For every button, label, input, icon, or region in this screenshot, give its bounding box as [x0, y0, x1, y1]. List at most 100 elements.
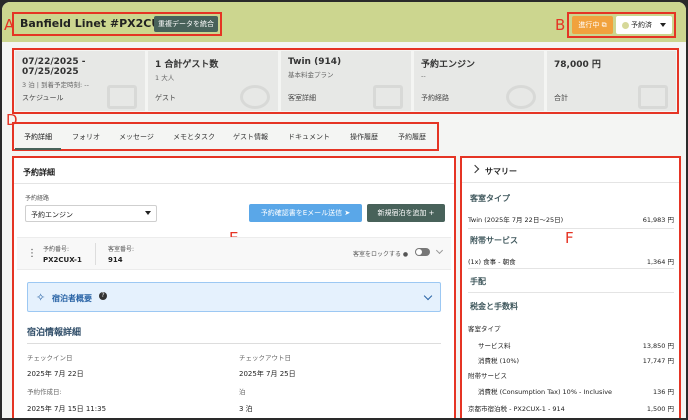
chevron-down-icon: [423, 291, 433, 301]
card-label: 合計: [554, 94, 568, 102]
consumption-tax-amount: 17,747 円: [642, 357, 674, 365]
booking-number: PX2CUX-1: [43, 256, 82, 264]
booking-route-value: 予約エンジン: [31, 211, 73, 219]
summary-divider: [468, 228, 674, 229]
city-tax-amount: 1,500 円: [646, 405, 674, 413]
status-dot-icon: [622, 21, 629, 29]
room-number: 914: [108, 256, 123, 264]
card-label: 客室詳細: [288, 94, 316, 102]
tax-room-type: 客室タイプ: [468, 325, 501, 333]
addon-heading: 附帯サービス: [470, 236, 518, 245]
stay-details-divider: [27, 343, 441, 344]
room-type-line: Twin (2025年 7月 22日〜25日) 61,983 円: [468, 214, 674, 224]
addon-line: (1x) 食事 - 朝食 1,364 円: [468, 256, 674, 266]
merge-duplicates-button[interactable]: 重複データを統合: [154, 16, 218, 32]
tab-folio[interactable]: フォリオ: [72, 132, 100, 142]
chevron-down-icon: [660, 23, 666, 27]
service-fee-label: サービス料: [478, 342, 511, 350]
summary-divider: [468, 292, 674, 293]
room-type-label: Twin (2025年 7月 22日〜25日): [468, 216, 564, 224]
card-sub: 基本料金プラン: [288, 71, 334, 79]
annotation-label-a: A: [4, 16, 15, 34]
reservation-window: A Banfield Linet #PX2CUX-1 重複データを統合 B 進行…: [2, 2, 686, 418]
annotation-label-b: B: [555, 16, 566, 34]
room-card[interactable]: Twin (914) 基本料金プラン 客室詳細: [281, 51, 411, 111]
card-label: 予約経路: [421, 94, 449, 102]
summary-divider: [468, 268, 674, 269]
tab-messages[interactable]: メッセージ: [119, 132, 154, 142]
summary-title: サマリー: [485, 167, 517, 176]
room-type-heading: 客室タイプ: [470, 194, 510, 203]
room-number-label: 客室番号:: [108, 246, 135, 253]
consumption-tax-label: 消費税 (10%): [478, 357, 520, 365]
checkout-label: チェックアウト日: [239, 354, 291, 362]
card-main: 1 合計ゲスト数: [155, 60, 219, 70]
addon-amount: 1,364 円: [646, 258, 674, 266]
reservation-details-heading: 予約詳細: [14, 158, 454, 184]
card-label: スケジュール: [22, 94, 64, 102]
tab-guest-info[interactable]: ゲスト情報: [233, 132, 268, 142]
service-fee-amount: 13,850 円: [642, 342, 674, 350]
target-icon: [506, 85, 536, 109]
guest-overview-label: 宿泊者概要: [52, 294, 92, 303]
checkout-value: 2025年 7月 25日: [239, 370, 296, 378]
card-main: 07/22/2025 - 07/25/2025: [22, 57, 86, 77]
money-icon: [638, 85, 668, 109]
tax-heading: 税金と手数料: [470, 302, 518, 311]
nights-label: 泊: [239, 388, 246, 396]
tab-operation-history[interactable]: 操作履歴: [350, 132, 378, 142]
consumption-tax-line: 消費税 (10%) 17,747 円: [468, 355, 674, 365]
service-fee-line: サービス料 13,850 円: [468, 340, 674, 350]
summary-header[interactable]: サマリー: [462, 158, 679, 183]
building-icon: [373, 85, 403, 109]
tab-reservation-history[interactable]: 予約履歴: [398, 132, 426, 142]
reservation-status-select[interactable]: 予約済: [616, 16, 672, 34]
booking-route-select[interactable]: 予約エンジン: [25, 205, 157, 222]
annotation-label-f: F: [565, 229, 574, 247]
lock-room-toggle[interactable]: [415, 248, 430, 256]
annotation-label-d: D: [6, 111, 18, 129]
total-card[interactable]: 78,000 円合計: [547, 51, 676, 111]
nights-value: 3 泊: [239, 405, 253, 413]
help-icon[interactable]: ?: [99, 292, 107, 300]
checkin-label: チェックイン日: [27, 354, 73, 362]
card-main: 予約エンジン: [421, 60, 476, 70]
guest-card[interactable]: 1 合計ゲスト数 1 大人ゲスト: [148, 51, 278, 111]
chevron-down-icon: [145, 211, 151, 215]
checkin-value: 2025年 7月 22日: [27, 370, 84, 378]
inclusive-tax-line: 消費税 (Consumption Tax) 10% - Inclusive 136…: [468, 386, 674, 396]
created-date-label: 予約作成日:: [27, 388, 62, 396]
arrangements-heading: 手配: [470, 277, 486, 286]
add-new-stay-button[interactable]: 新規宿泊を追加 +: [367, 204, 445, 222]
booking-number-label: 予約番号:: [43, 246, 70, 253]
sparkle-icon: ✧: [36, 291, 46, 304]
card-main: Twin (914): [288, 57, 342, 67]
guest-overview-accordion[interactable]: ✧ 宿泊者概要 ?: [27, 282, 441, 312]
email-confirmation-button[interactable]: 予約確認書をEメール送信 ➤: [249, 204, 362, 222]
guests-icon: [240, 85, 270, 109]
addon-label: (1x) 食事 - 朝食: [468, 258, 516, 266]
schedule-card[interactable]: 07/22/2025 - 07/25/2025 3 泊 | 到着予定時刻: -- ス…: [15, 51, 145, 111]
booking-source-card[interactable]: 予約エンジン -- 予約経路: [414, 51, 544, 111]
tab-documents[interactable]: ドキュメント: [288, 132, 330, 142]
calendar-icon: [107, 85, 137, 109]
route-label: 予約経路: [25, 195, 50, 202]
divider: [95, 243, 96, 265]
card-sub: 1 大人: [155, 74, 175, 82]
more-vertical-icon[interactable]: ⋮: [27, 248, 37, 259]
created-date-value: 2025年 7月 15日 11:35: [27, 405, 107, 413]
card-sub: --: [421, 72, 426, 80]
city-tax-line: 京都市宿泊税 - PX2CUX-1 - 914 1,500 円: [468, 403, 674, 413]
card-label: ゲスト: [155, 94, 176, 102]
in-progress-status-button[interactable]: 進行中 ⧉: [572, 16, 613, 34]
inclusive-tax-label: 消費税 (Consumption Tax) 10% - Inclusive: [478, 388, 613, 396]
tab-notes-tasks[interactable]: メモとタスク: [173, 132, 215, 142]
inclusive-tax-amount: 136 円: [653, 388, 674, 396]
tax-addon: 附帯サービス: [468, 372, 507, 380]
card-main: 78,000 円: [554, 60, 601, 70]
status-select-label: 予約済: [631, 21, 652, 29]
stay-details-title: 宿泊情報詳細: [27, 328, 82, 338]
tab-reservation-details[interactable]: 予約詳細: [15, 132, 61, 150]
room-type-amount: 61,983 円: [642, 216, 674, 224]
lock-room-label: 客室をロックする ●: [353, 251, 409, 258]
